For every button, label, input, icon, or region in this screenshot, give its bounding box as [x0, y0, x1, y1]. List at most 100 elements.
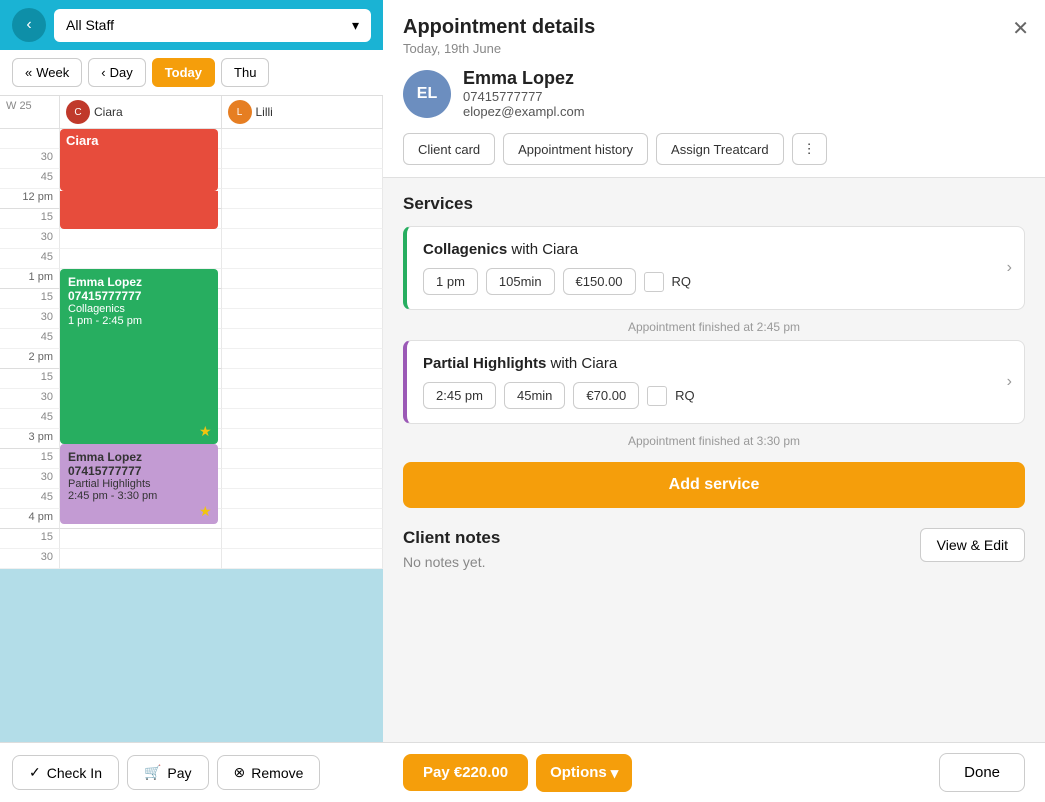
- time-label: 45: [0, 409, 60, 429]
- thu-label: Thu: [234, 65, 256, 80]
- time-label: 45: [0, 169, 60, 189]
- right-content[interactable]: Services Collagenics with Ciara 1 pm 105…: [383, 178, 1045, 742]
- add-service-label: Add service: [669, 476, 760, 493]
- ciara-appointment-cont[interactable]: [60, 191, 218, 229]
- time-cell: [222, 389, 384, 409]
- ciara-appointment[interactable]: Ciara: [60, 129, 218, 191]
- calendar-area: W 25 C Ciara L Lilli: [0, 96, 383, 569]
- time-cell: [222, 409, 384, 429]
- emma-collagenics-appt[interactable]: Emma Lopez 07415777777 Collagenics 1 pm …: [60, 269, 218, 444]
- time-label: 45: [0, 329, 60, 349]
- service-name-collagenics: Collagenics with Ciara: [423, 241, 1008, 258]
- time-cell: [60, 229, 222, 249]
- service-checkbox[interactable]: [644, 272, 664, 292]
- calendar-container: W 25 C Ciara L Lilli: [0, 96, 383, 742]
- emma-appt-name: Emma Lopez 07415777777: [68, 275, 210, 303]
- add-service-button[interactable]: Add service: [403, 462, 1025, 508]
- options-button[interactable]: Options ▾: [536, 754, 632, 792]
- time-cell: [222, 329, 384, 349]
- close-button[interactable]: ✕: [1012, 16, 1029, 41]
- time-label: 2 pm: [0, 349, 60, 369]
- chevron-down-icon: ▾: [352, 17, 359, 34]
- time-cell: [222, 289, 384, 309]
- time-label: 30: [0, 229, 60, 249]
- time-row: 30: [0, 229, 383, 249]
- check-icon: ✓: [29, 764, 41, 781]
- remove-button[interactable]: ⊗ Remove: [217, 755, 321, 790]
- service-tags-2: 2:45 pm 45min €70.00 RQ: [423, 382, 1008, 409]
- more-icon: ⋮: [803, 141, 816, 156]
- time-row: 45: [0, 249, 383, 269]
- back-button[interactable]: ‹: [12, 8, 46, 42]
- service-name-partial: Partial Highlights with Ciara: [423, 355, 1008, 372]
- time-row: 30: [0, 549, 383, 569]
- service-time-tag: 1 pm: [423, 268, 478, 295]
- time-cell: [222, 249, 384, 269]
- emma-appt-time: 1 pm - 2:45 pm: [68, 315, 210, 327]
- client-info: Emma Lopez 07415777777 elopez@exampl.com: [463, 68, 585, 119]
- checkin-button[interactable]: ✓ Check In: [12, 755, 119, 790]
- ciara-name: Ciara: [94, 105, 123, 119]
- emma-partial-highlights-appt[interactable]: Emma Lopez 07415777777 Partial Highlight…: [60, 444, 218, 524]
- star-icon: ★: [199, 423, 212, 440]
- view-edit-label: View & Edit: [937, 537, 1008, 553]
- double-left-icon: «: [25, 65, 32, 80]
- back-icon: ‹: [26, 16, 31, 34]
- time-cell: [222, 529, 384, 549]
- right-panel: ✕ Appointment details Today, 19th June E…: [383, 0, 1045, 802]
- appointment-history-label: Appointment history: [518, 142, 633, 157]
- time-cell: [60, 249, 222, 269]
- week-button[interactable]: « Week: [12, 58, 82, 87]
- calendar-scroll[interactable]: 30 45 12 pm 15: [0, 129, 383, 569]
- time-label: 15: [0, 289, 60, 309]
- pay-amount-button[interactable]: Pay €220.00: [403, 754, 528, 791]
- top-bar: ‹ All Staff ▾: [0, 0, 383, 50]
- time-label: 15: [0, 529, 60, 549]
- staff-dropdown-label: All Staff: [66, 17, 114, 33]
- time-label: 15: [0, 369, 60, 389]
- client-avatar: EL: [403, 70, 451, 118]
- remove-label: Remove: [251, 765, 303, 781]
- time-label: 1 pm: [0, 269, 60, 289]
- appointment-history-button[interactable]: Appointment history: [503, 133, 648, 165]
- week-label: Week: [36, 65, 69, 80]
- service-card-partial-highlights[interactable]: Partial Highlights with Ciara 2:45 pm 45…: [403, 340, 1025, 424]
- time-label: 15: [0, 449, 60, 469]
- day-button[interactable]: ‹ Day: [88, 58, 145, 87]
- today-button[interactable]: Today: [152, 58, 215, 87]
- finished-label-1: Appointment finished at 2:45 pm: [403, 314, 1025, 340]
- time-cell: [222, 129, 384, 149]
- time-label: 3 pm: [0, 429, 60, 449]
- done-button[interactable]: Done: [939, 753, 1025, 792]
- service-price-tag: €150.00: [563, 268, 636, 295]
- done-label: Done: [964, 764, 1000, 781]
- time-cell: [60, 529, 222, 549]
- service-checkbox-2[interactable]: [647, 386, 667, 406]
- client-row: EL Emma Lopez 07415777777 elopez@exampl.…: [403, 68, 1025, 119]
- left-arrow-icon: ‹: [101, 65, 105, 80]
- service-card-collagenics[interactable]: Collagenics with Ciara 1 pm 105min €150.…: [403, 226, 1025, 310]
- client-card-label: Client card: [418, 142, 480, 157]
- service-rq-2: RQ: [675, 388, 695, 403]
- close-icon: ✕: [1012, 18, 1029, 40]
- appointment-date: Today, 19th June: [403, 41, 1025, 56]
- week-header: W 25 C Ciara L Lilli: [0, 96, 383, 129]
- client-card-button[interactable]: Client card: [403, 133, 495, 165]
- pay-button-left[interactable]: 🛒 Pay: [127, 755, 209, 790]
- assign-treatcard-button[interactable]: Assign Treatcard: [656, 133, 784, 165]
- time-cell: [222, 309, 384, 329]
- time-label: 30: [0, 469, 60, 489]
- client-notes-title: Client notes: [403, 528, 500, 548]
- cart-icon: 🛒: [144, 764, 161, 781]
- finished-label-2: Appointment finished at 3:30 pm: [403, 428, 1025, 454]
- time-cell: [222, 489, 384, 509]
- options-label: Options: [550, 764, 607, 781]
- view-edit-button[interactable]: View & Edit: [920, 528, 1025, 562]
- day-label: Day: [110, 65, 133, 80]
- client-phone: 07415777777: [463, 89, 585, 104]
- staff-col-lilli: L Lilli: [222, 96, 384, 128]
- more-options-button[interactable]: ⋮: [792, 133, 827, 165]
- thu-button[interactable]: Thu: [221, 58, 269, 87]
- time-cell: [222, 429, 384, 449]
- staff-dropdown[interactable]: All Staff ▾: [54, 9, 371, 42]
